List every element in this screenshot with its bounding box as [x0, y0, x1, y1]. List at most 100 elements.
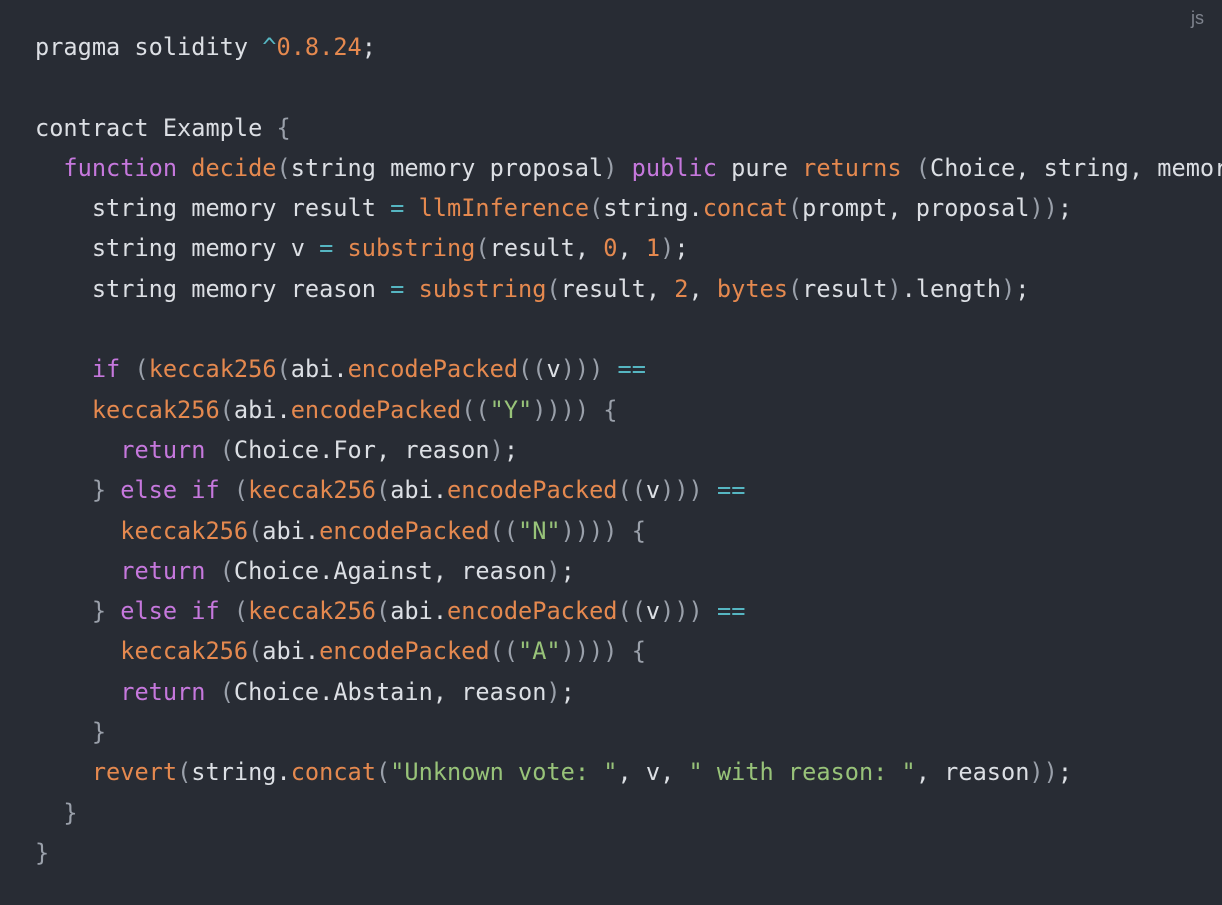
code-token-function: encodePacked [447, 476, 618, 505]
code-token-function: encodePacked [290, 395, 462, 424]
code-token-punct: ( [375, 758, 391, 787]
code-token-punct: } [63, 798, 78, 827]
code-token-function: concat [702, 194, 788, 223]
code-token-function: keccak256 [120, 637, 249, 666]
code-line: string memory v = substring(result, 0, 1… [35, 228, 1222, 268]
code-token-punct: ( [475, 234, 490, 263]
code-token-string: "A" [518, 637, 561, 666]
code-token-number: 0 [603, 234, 618, 263]
code-token-plain: , [688, 274, 717, 303]
code-token-punct: ( [375, 476, 391, 505]
code-token-plain: ; [560, 556, 575, 585]
code-token-plain: string memory proposal [290, 153, 604, 182]
code-line: } [35, 712, 1222, 752]
code-line: return (Choice.Against, reason); [35, 551, 1222, 591]
code-token-punct: ) [1001, 274, 1016, 303]
code-token-number: 1 [645, 234, 661, 263]
code-token-plain: ; [503, 435, 519, 464]
code-token-function: bytes [716, 274, 788, 303]
code-token-punct: ))) [660, 597, 703, 626]
code-token-punct: ))) [560, 355, 604, 384]
code-token-punct: ) [660, 234, 675, 263]
code-line: function decide(string memory proposal) … [35, 148, 1222, 188]
code-token-punct: ( [915, 153, 931, 182]
code-token-punct: )))) [532, 395, 590, 424]
code-content[interactable]: pragma solidity ^0.8.24; contract Example… [35, 27, 1222, 873]
code-token-plain: string. [191, 758, 291, 787]
code-token-function: llmInference [418, 194, 590, 223]
code-token-plain: abi. [262, 637, 320, 666]
code-token-plain: Choice.Abstain, reason [233, 677, 547, 706]
code-token-punct: ( [219, 556, 234, 585]
code-token-punct: ( [546, 274, 561, 303]
code-token-punct: )))) [560, 637, 618, 666]
code-token-plain: result [802, 274, 888, 303]
code-line: keccak256(abi.encodePacked(("A")))) { [35, 631, 1222, 671]
code-token-plain: string memory v [91, 234, 320, 263]
language-label: js [1191, 8, 1204, 28]
code-token-punct: )) [1029, 758, 1058, 787]
code-token-plain: string. [603, 194, 703, 223]
code-token-operator: == [617, 355, 646, 384]
code-token-plain: ; [560, 677, 575, 706]
code-token-plain: .length [901, 274, 1002, 303]
code-token-keyword: function [63, 153, 192, 182]
code-token-operator: = [390, 274, 405, 303]
code-line: string memory reason = substring(result,… [35, 269, 1222, 309]
code-token-punct: } [91, 476, 107, 505]
code-token-operator: = [319, 234, 334, 263]
code-token-punct: { [631, 637, 646, 666]
code-token-plain: ; [1015, 274, 1030, 303]
code-token-string: "N" [518, 516, 561, 545]
code-token-string: " with reason: " [688, 758, 916, 787]
code-token-function: returns [802, 153, 902, 182]
code-token-keyword: return [120, 677, 206, 706]
code-token-plain: abi. [390, 597, 448, 626]
code-token-plain: ; [361, 33, 376, 61]
code-token-punct: ( [248, 516, 263, 545]
code-token-function: keccak256 [91, 395, 220, 424]
code-token-plain: abi. [390, 476, 448, 505]
code-token-punct: (( [617, 597, 646, 626]
code-token-function: keccak256 [148, 355, 277, 384]
code-token-plain: abi. [290, 355, 348, 384]
code-token-plain: string memory reason [91, 274, 391, 303]
code-line: keccak256(abi.encodePacked(("Y")))) { [35, 390, 1222, 430]
code-line: pragma solidity ^0.8.24; [35, 27, 1222, 67]
code-line: } else if (keccak256(abi.encodePacked((v… [35, 591, 1222, 631]
code-token-plain: pragma solidity [35, 33, 263, 61]
code-token-plain: contract Example [35, 113, 277, 142]
code-token-operator: == [716, 597, 746, 626]
code-token-punct: } [91, 597, 107, 626]
code-token-punct: ) [546, 556, 561, 585]
code-token-punct: { [603, 395, 618, 424]
code-token-punct: { [276, 113, 291, 142]
code-line: } else if (keccak256(abi.encodePacked((v… [35, 470, 1222, 510]
code-token-number: 2 [674, 274, 689, 303]
code-token-function: keccak256 [248, 597, 376, 626]
code-token-plain: result, [560, 274, 675, 303]
code-token-plain: ; [674, 234, 689, 263]
code-token-punct: ( [375, 597, 391, 626]
code-token-function: encodePacked [319, 516, 490, 545]
code-token-punct: } [35, 838, 50, 867]
